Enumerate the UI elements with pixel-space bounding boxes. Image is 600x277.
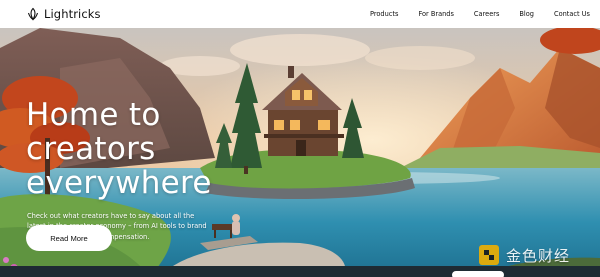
watermark: 金色财经: [478, 243, 570, 267]
top-nav: Lightricks Products For Brands Careers B…: [0, 0, 600, 28]
brand-name: Lightricks: [44, 7, 101, 21]
nav-link-careers[interactable]: Careers: [474, 10, 499, 18]
nav-links: Products For Brands Careers Blog Contact…: [370, 10, 590, 18]
watermark-text: 金色财经: [506, 246, 571, 265]
nav-link-blog[interactable]: Blog: [519, 10, 534, 18]
bottom-pill: [452, 271, 504, 277]
hero-title: Home to creators everywhere: [26, 97, 212, 201]
lightricks-logo-icon: [27, 7, 39, 21]
nav-link-contact-us[interactable]: Contact Us: [554, 10, 590, 18]
nav-link-for-brands[interactable]: For Brands: [418, 10, 453, 18]
jinse-logo-icon: [479, 245, 499, 265]
read-more-button[interactable]: Read More: [26, 225, 112, 251]
bottom-strip: [0, 266, 600, 277]
brand[interactable]: Lightricks: [26, 7, 101, 21]
nav-link-products[interactable]: Products: [370, 10, 398, 18]
